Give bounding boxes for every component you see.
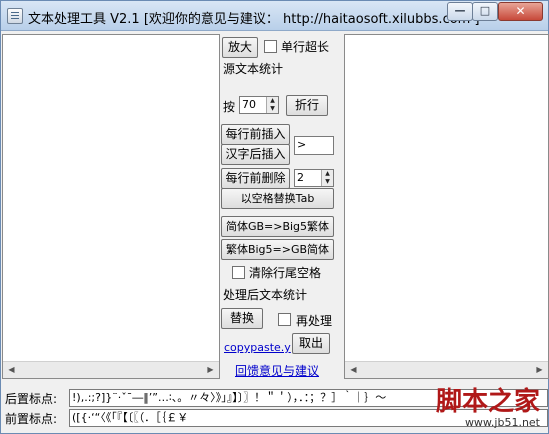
maximize-button[interactable]: □ [472,2,498,21]
processed-stats-label: 处理后文本统计 [223,288,308,302]
watermark-url-text: www.jb51.net [464,416,540,429]
minimize-button[interactable]: — [447,2,473,21]
leading-punct-label: 前置标点: [5,412,58,426]
spin-down-icon[interactable]: ▼ [267,105,278,113]
replace-button[interactable]: 替换 [221,308,263,329]
gb-to-big5-button[interactable]: 简体GB=>Big5繁体 [221,216,334,237]
prefix-insert-button[interactable]: 每行前插入 [221,124,290,145]
source-stats-label: 源文本统计 [223,62,284,76]
scroll-left-icon[interactable]: ◀ [345,362,362,378]
press-label: 按 [223,100,236,114]
wrap-width-value: 70 [242,98,256,111]
wrap-width-spin-buttons[interactable]: ▲ ▼ [266,97,278,113]
space-to-tab-button[interactable]: 以空格替换Tab [221,188,334,209]
zoom-button[interactable]: 放大 [222,37,258,58]
trailing-punct-label: 后置标点: [5,392,58,406]
after-cjk-insert-button[interactable]: 汉字后插入 [221,144,290,165]
spin-down-icon[interactable]: ▼ [322,178,333,186]
wrap-width-spinner[interactable]: 70 ▲ ▼ [239,96,279,114]
spin-up-icon[interactable]: ▲ [267,97,278,105]
app-window: 文本处理工具 V2.1 [欢迎你的意见与建议： http://haitaosof… [0,0,549,434]
source-text-area[interactable]: ◀ ▶ [2,34,220,379]
source-horizontal-scrollbar[interactable]: ◀ ▶ [3,361,219,378]
minimize-icon: — [454,4,466,17]
delete-prefix-button[interactable]: 每行前删除 [221,168,290,189]
maximize-icon: □ [479,4,491,17]
trim-trailing-spaces-checkbox[interactable] [232,266,245,279]
feedback-link[interactable]: 回馈意见与建议 [235,362,319,379]
scroll-right-icon[interactable]: ▶ [202,362,219,378]
single-line-long-checkbox[interactable] [264,40,277,53]
reprocess-checkbox[interactable] [278,313,291,326]
result-text-area[interactable]: ◀ ▶ [344,34,549,379]
result-horizontal-scrollbar[interactable]: ◀ ▶ [345,361,548,378]
big5-to-gb-button[interactable]: 繁体Big5=>GB简体 [221,239,334,260]
scroll-left-icon[interactable]: ◀ [3,362,20,378]
delete-count-spin-buttons[interactable]: ▲ ▼ [321,170,333,186]
trim-trailing-spaces-label: 清除行尾空格 [249,266,322,280]
single-line-long-label: 单行超长 [281,40,330,54]
delete-count-spinner[interactable]: 2 ▲ ▼ [294,169,334,187]
close-button[interactable]: ✕ [498,2,543,21]
close-icon: ✕ [515,4,526,18]
site-watermark: 脚本之家 www.jb51.net [436,388,540,429]
scroll-right-icon[interactable]: ▶ [531,362,548,378]
tool-panel: 放大 单行超长 源文本统计 按 70 ▲ ▼ 折行 每行前插入 汉字后插入 > 每… [220,34,344,379]
reprocess-label: 再处理 [296,314,333,328]
copypaste-link[interactable]: copypaste.y [224,341,291,354]
app-icon [7,8,23,24]
fetch-button[interactable]: 取出 [292,333,330,354]
delete-count-value: 2 [297,171,304,184]
watermark-main-text: 脚本之家 [435,387,540,417]
title-bar[interactable]: 文本处理工具 V2.1 [欢迎你的意见与建议： http://haitaosof… [1,1,548,31]
spin-up-icon[interactable]: ▲ [322,170,333,178]
wrap-button[interactable]: 折行 [286,95,328,116]
insert-text-input[interactable]: > [294,136,334,155]
window-title: 文本处理工具 V2.1 [欢迎你的意见与建议： http://haitaosof… [28,12,480,27]
